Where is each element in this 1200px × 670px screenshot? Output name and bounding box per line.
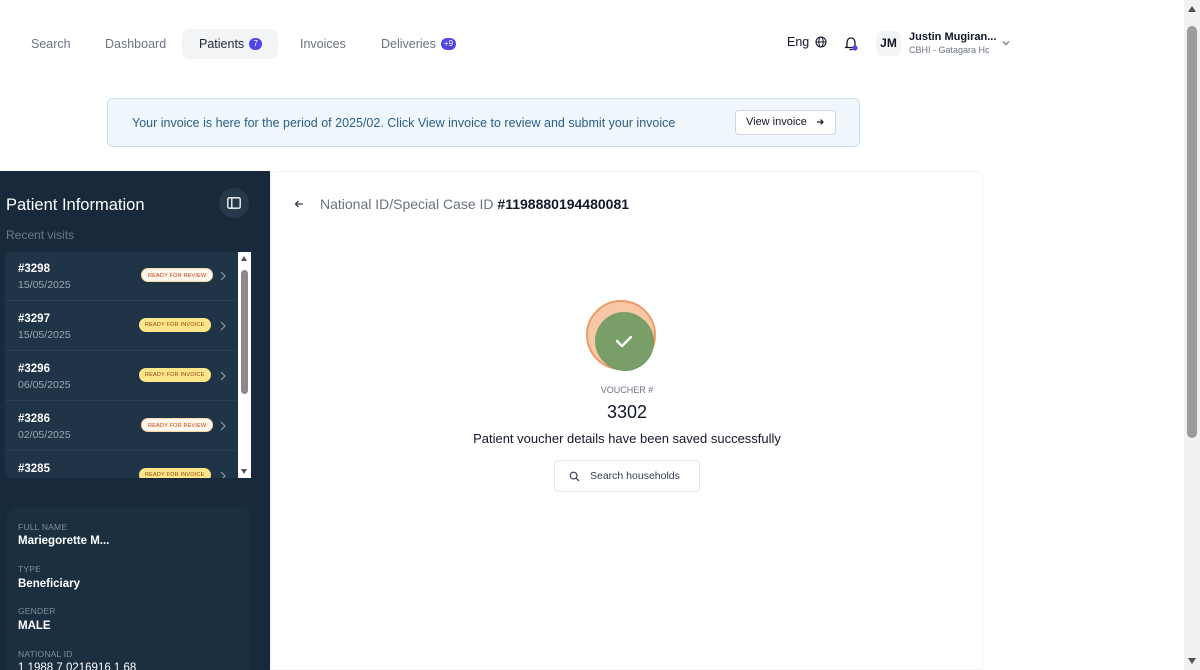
invoice-banner-message: Your invoice is here for the period of 2… bbox=[132, 116, 676, 130]
list-item[interactable]: #3286 02/05/2025 READY FOR REVIEW bbox=[5, 402, 238, 451]
page-scrollbar[interactable] bbox=[1184, 0, 1200, 670]
visit-id: #3285 bbox=[18, 463, 50, 475]
patient-details-card: FULL NAME Mariegorette M... TYPE Benefic… bbox=[7, 508, 250, 670]
nav-deliveries[interactable]: Deliveries +9 bbox=[364, 29, 473, 59]
type-value: Beneficiary bbox=[18, 578, 81, 590]
globe-icon bbox=[815, 36, 827, 48]
chevron-right-icon bbox=[220, 421, 226, 431]
patient-id-value: #1198880194480081 bbox=[497, 196, 630, 212]
user-name: Justin Mugiran... bbox=[909, 31, 997, 43]
arrow-right-icon bbox=[817, 119, 824, 126]
list-item[interactable]: #3296 06/05/2025 READY FOR INVOICE bbox=[5, 352, 238, 401]
scroll-down-arrow[interactable] bbox=[241, 469, 247, 474]
search-icon bbox=[569, 471, 580, 482]
visit-id: #3286 bbox=[18, 413, 50, 425]
chevron-right-icon bbox=[220, 271, 226, 281]
sidebar-toggle-icon bbox=[227, 197, 241, 209]
list-item[interactable]: #3285 READY FOR INVOICE bbox=[5, 452, 238, 478]
recent-visits-label: Recent visits bbox=[6, 228, 75, 242]
patient-id-prefix: National ID/Special Case ID bbox=[320, 196, 494, 212]
search-households-label: Search households bbox=[590, 470, 680, 482]
patient-id-heading: National ID/Special Case ID #11988801944… bbox=[320, 196, 629, 212]
nav-search-label: Search bbox=[31, 37, 71, 51]
chevron-right-icon bbox=[220, 471, 226, 478]
chevron-down-icon[interactable] bbox=[1001, 38, 1011, 48]
patients-count-badge: 7 bbox=[249, 37, 263, 50]
user-organization: CBHI - Gatagara Hc bbox=[909, 45, 990, 55]
search-households-button[interactable]: Search households bbox=[554, 460, 700, 492]
nav-dashboard-label: Dashboard bbox=[105, 37, 167, 51]
status-badge: READY FOR REVIEW bbox=[141, 418, 214, 432]
chevron-right-icon bbox=[220, 371, 226, 381]
invoice-banner: Your invoice is here for the period of 2… bbox=[107, 98, 860, 147]
status-badge: READY FOR INVOICE bbox=[139, 318, 211, 332]
bell-icon[interactable] bbox=[843, 36, 859, 52]
success-check-icon bbox=[586, 300, 656, 371]
status-badge: READY FOR INVOICE bbox=[139, 368, 211, 382]
visit-id: #3296 bbox=[18, 363, 50, 375]
gender-label: GENDER bbox=[18, 606, 56, 616]
collapse-sidebar-button[interactable] bbox=[219, 188, 249, 218]
gender-value: MALE bbox=[18, 620, 51, 632]
full-name-label: FULL NAME bbox=[18, 522, 68, 532]
recent-visits-list[interactable]: #3298 15/05/2025 READY FOR REVIEW #3297 … bbox=[5, 252, 238, 478]
scroll-up-arrow[interactable] bbox=[241, 256, 247, 261]
visits-scrollbar[interactable] bbox=[238, 252, 251, 478]
deliveries-count-badge: +9 bbox=[440, 37, 457, 50]
view-invoice-button[interactable]: View invoice bbox=[735, 110, 836, 135]
scrollbar-thumb[interactable] bbox=[241, 270, 248, 394]
nav-dashboard[interactable]: Dashboard bbox=[88, 29, 183, 59]
status-badge: READY FOR INVOICE bbox=[139, 468, 211, 478]
nav-deliveries-label: Deliveries bbox=[381, 37, 436, 51]
nav-patients-label: Patients bbox=[199, 37, 245, 51]
status-badge: READY FOR REVIEW bbox=[141, 268, 214, 282]
page-scrollbar-thumb[interactable] bbox=[1187, 26, 1197, 438]
visit-id: #3297 bbox=[18, 313, 50, 325]
visit-date: 02/05/2025 bbox=[18, 429, 71, 441]
avatar[interactable]: JM bbox=[876, 31, 901, 56]
visit-date: 15/05/2025 bbox=[18, 279, 71, 291]
visit-id: #3298 bbox=[18, 263, 50, 275]
nav-invoices[interactable]: Invoices bbox=[283, 29, 363, 59]
type-label: TYPE bbox=[18, 564, 42, 574]
success-message: Patient voucher details have been saved … bbox=[473, 431, 781, 446]
top-navigation: Search Dashboard Patients 7 Invoices Deli… bbox=[0, 0, 1184, 88]
voucher-number: 3302 bbox=[606, 402, 648, 422]
language-selector[interactable]: Eng bbox=[787, 35, 827, 49]
voucher-result-panel: National ID/Special Case ID #11988801944… bbox=[270, 171, 983, 670]
visit-date: 15/05/2025 bbox=[18, 329, 71, 341]
voucher-label: VOUCHER # bbox=[600, 385, 654, 395]
chevron-right-icon bbox=[220, 321, 226, 331]
national-id-value: 1 1988 7 0216916 1 68 bbox=[18, 662, 137, 670]
view-invoice-label: View invoice bbox=[745, 116, 807, 128]
arrow-left-icon[interactable] bbox=[293, 198, 305, 210]
full-name-value: Mariegorette M... bbox=[18, 535, 110, 547]
list-item[interactable]: #3298 15/05/2025 READY FOR REVIEW bbox=[5, 252, 238, 301]
visit-date: 06/05/2025 bbox=[18, 379, 71, 391]
page-scroll-up-arrow[interactable] bbox=[1188, 6, 1196, 12]
nav-invoices-label: Invoices bbox=[300, 37, 346, 51]
sidebar-title: Patient Information bbox=[6, 196, 145, 214]
nav-search[interactable]: Search bbox=[14, 29, 88, 59]
national-id-label: NATIONAL ID bbox=[18, 649, 73, 659]
patient-sidebar: Patient Information Recent visits #3298 … bbox=[0, 171, 270, 670]
page-scroll-down-arrow[interactable] bbox=[1188, 658, 1196, 664]
nav-patients[interactable]: Patients 7 bbox=[182, 29, 278, 59]
list-item[interactable]: #3297 15/05/2025 READY FOR INVOICE bbox=[5, 302, 238, 351]
language-label: Eng bbox=[787, 35, 810, 49]
